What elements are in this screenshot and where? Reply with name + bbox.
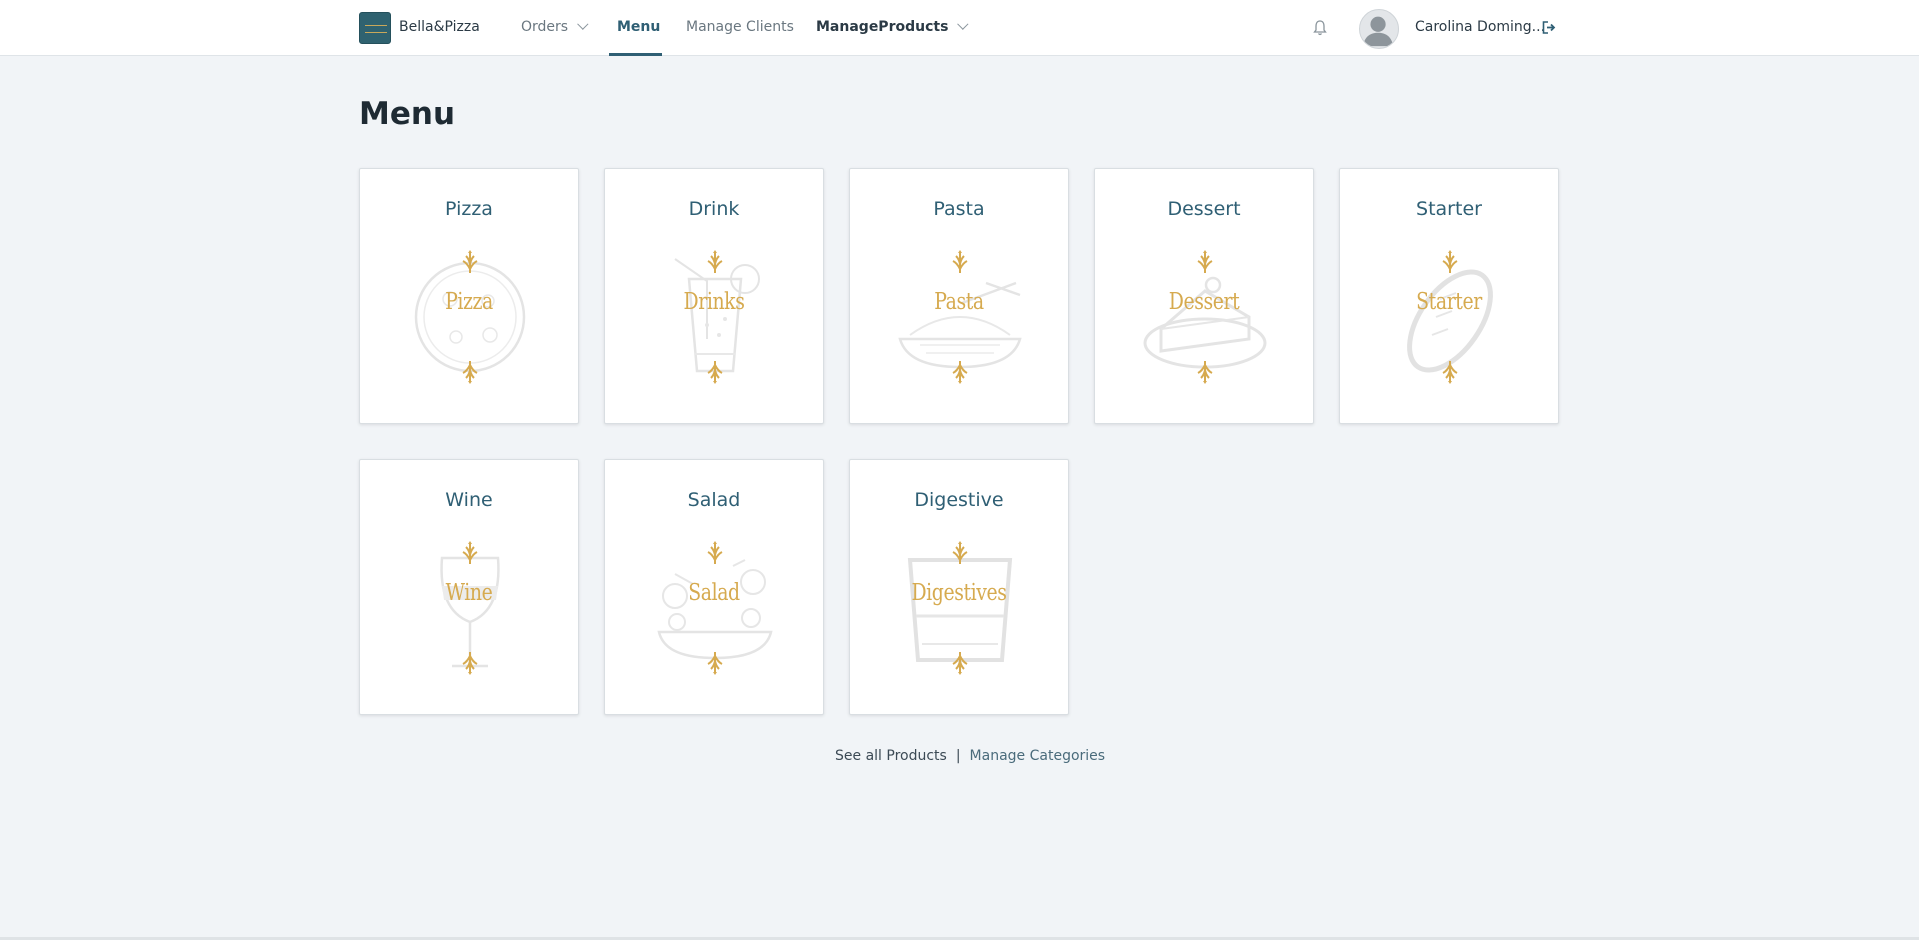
user-name[interactable]: Carolina Doming... xyxy=(1415,19,1545,35)
category-title: Wine xyxy=(445,489,493,511)
brand-name[interactable]: Bella&Pizza xyxy=(399,19,480,35)
category-art-word: Starter xyxy=(1416,289,1482,315)
logout-icon[interactable] xyxy=(1542,21,1556,34)
category-card-pizza[interactable]: Pizza Pizza xyxy=(359,168,579,424)
user-silhouette-icon xyxy=(1362,16,1394,47)
category-card-salad[interactable]: Salad Salad xyxy=(604,459,824,715)
chevron-down-icon xyxy=(957,18,969,30)
category-art-word: Pasta xyxy=(934,289,984,315)
category-card-drink[interactable]: Drink Drinks xyxy=(604,168,824,424)
category-card-digestive[interactable]: Digestive Digestives xyxy=(849,459,1069,715)
category-art-word: Dessert xyxy=(1168,289,1240,315)
nav-menu[interactable]: Menu xyxy=(617,19,660,35)
category-art-word: Drinks xyxy=(683,289,745,315)
category-title: Pasta xyxy=(933,198,985,220)
active-tab-indicator xyxy=(609,53,662,56)
category-art-word: Pizza xyxy=(445,289,493,315)
nav-manage-products-label: ManageProducts xyxy=(816,19,949,35)
category-title: Salad xyxy=(687,489,741,511)
nav-manage-clients[interactable]: Manage Clients xyxy=(686,19,794,35)
chevron-down-icon xyxy=(577,18,589,30)
category-title: Drink xyxy=(688,198,740,220)
see-all-products-link[interactable]: See all Products xyxy=(835,748,947,764)
manage-categories-link[interactable]: Manage Categories xyxy=(970,748,1106,764)
category-card-starter[interactable]: Starter Starter xyxy=(1339,168,1559,424)
category-title: Starter xyxy=(1416,198,1482,220)
link-separator: | xyxy=(955,748,961,764)
footer-links: See all Products | Manage Categories xyxy=(835,748,1105,764)
category-card-dessert[interactable]: Dessert Dessert xyxy=(1094,168,1314,424)
brand-logo-icon[interactable] xyxy=(359,12,391,44)
category-title: Pizza xyxy=(445,198,493,220)
category-art-word: Salad xyxy=(688,580,740,606)
page-title: Menu xyxy=(359,96,456,132)
category-art-word: Wine xyxy=(445,580,493,606)
category-title: Digestive xyxy=(914,489,1004,511)
nav-orders[interactable]: Orders xyxy=(521,18,589,35)
nav-orders-label: Orders xyxy=(521,19,569,35)
category-title: Dessert xyxy=(1167,198,1241,220)
category-card-pasta[interactable]: Pasta Pasta xyxy=(849,168,1069,424)
top-navbar: Bella&Pizza Orders Menu Manage Clients M… xyxy=(0,0,1919,56)
avatar[interactable] xyxy=(1359,9,1399,49)
category-card-wine[interactable]: Wine Wine xyxy=(359,459,579,715)
category-art-word: Digestives xyxy=(911,580,1007,606)
nav-manage-products[interactable]: ManageProducts xyxy=(816,18,969,35)
bell-icon[interactable] xyxy=(1312,19,1328,37)
